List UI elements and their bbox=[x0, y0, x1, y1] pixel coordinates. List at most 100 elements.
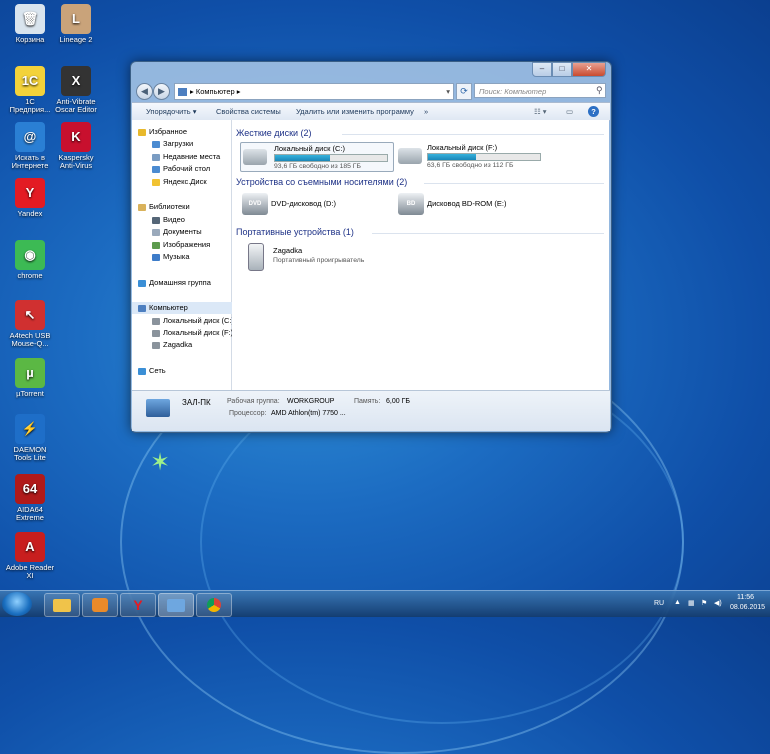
nav-item[interactable]: Домашняя группа bbox=[132, 277, 237, 289]
more-commands-button[interactable]: » bbox=[424, 103, 428, 120]
group-removable[interactable]: Устройства со съемными носителями (2) bbox=[236, 177, 407, 187]
desktop-icon[interactable]: µ µTorrent bbox=[4, 358, 56, 398]
volume-tray-icon[interactable]: ◀) bbox=[714, 599, 722, 607]
nav-item[interactable]: Библиотеки bbox=[132, 201, 237, 213]
disk-icon bbox=[152, 329, 160, 337]
desktop-icon[interactable]: 64 AIDA64 Extreme bbox=[4, 474, 56, 522]
desktop-icon-label: Yandex bbox=[17, 209, 43, 218]
flag-tray-icon[interactable]: ⚑ bbox=[701, 599, 707, 607]
preview-pane-icon[interactable]: ▭ bbox=[566, 103, 573, 120]
refresh-button[interactable]: ⟳ bbox=[456, 83, 472, 100]
system-properties-button[interactable]: Свойства системы bbox=[216, 103, 281, 120]
yandex-icon: Y bbox=[133, 597, 143, 613]
nav-item-label: Избранное bbox=[149, 127, 188, 136]
clock-time[interactable]: 11:56 bbox=[737, 594, 754, 601]
drive-c[interactable]: Локальный диск (C:) 93,6 ГБ свободно из … bbox=[240, 142, 394, 172]
minimize-button[interactable]: – bbox=[532, 62, 552, 77]
start-button[interactable] bbox=[2, 592, 32, 616]
search-web-icon: @ bbox=[15, 122, 45, 152]
documents-icon bbox=[152, 228, 160, 236]
portable-device[interactable]: Zagadka Портативный проигрыватель bbox=[240, 241, 400, 271]
yandex-icon: Y bbox=[15, 178, 45, 208]
address-chevron-icon[interactable]: ▸ bbox=[235, 87, 241, 96]
desktop-icon[interactable]: Y Yandex bbox=[4, 178, 56, 218]
nav-item[interactable]: Сеть bbox=[132, 365, 237, 377]
portable-device-type: Портативный проигрыватель bbox=[273, 257, 365, 264]
explorer-window[interactable]: – □ ✕ ◀ ▶ ▸ Компьютер ▸ ▾ ⟳ Поиск: Компь… bbox=[130, 61, 612, 433]
nav-item-label: Локальный диск (F:) bbox=[163, 328, 234, 337]
drive-f[interactable]: Локальный диск (F:) 63,6 ГБ свободно из … bbox=[394, 142, 546, 170]
desktop-icon[interactable]: ↖ A4tech USB Mouse-Q... bbox=[4, 300, 56, 348]
language-indicator[interactable]: RU bbox=[654, 600, 664, 607]
computer-icon bbox=[138, 304, 146, 312]
dvd-drive[interactable]: DVD DVD-дисковод (D:) bbox=[240, 190, 390, 218]
cpu-value: AMD Athlon(tm) 7750 ... bbox=[271, 410, 346, 417]
group-divider bbox=[424, 183, 604, 184]
pictures-icon bbox=[152, 241, 160, 249]
taskbar-explorer-window-button[interactable] bbox=[158, 593, 194, 617]
daemon-tools-icon: ⚡ bbox=[15, 414, 45, 444]
view-options-icon[interactable]: ☷ ▾ bbox=[534, 103, 547, 120]
desktop-icon[interactable]: 1С 1С Предприя... bbox=[4, 66, 56, 114]
network-tray-icon[interactable]: ▦ bbox=[688, 599, 695, 607]
search-input[interactable]: Поиск: Компьютер bbox=[474, 83, 606, 98]
utorrent-icon: µ bbox=[15, 358, 45, 388]
computer-icon bbox=[167, 598, 185, 612]
taskbar-chrome-button[interactable] bbox=[196, 593, 232, 617]
desktop-icon[interactable]: ◉ chrome bbox=[4, 240, 56, 280]
tray-arrow-icon[interactable]: ▲ bbox=[674, 599, 681, 606]
group-portable[interactable]: Портативные устройства (1) bbox=[236, 227, 354, 237]
kaspersky-icon: K bbox=[61, 122, 91, 152]
desktop-icon[interactable]: @ Искать в Интернете bbox=[4, 122, 56, 170]
aida64-icon: 64 bbox=[15, 474, 45, 504]
desktop-icon-label: Корзина bbox=[15, 35, 45, 44]
forward-button[interactable]: ▶ bbox=[153, 83, 170, 100]
cpu-label: Процессор: bbox=[229, 410, 267, 417]
clock-date[interactable]: 08.06.2015 bbox=[730, 604, 765, 611]
desktop-icon[interactable]: X Anti-Vibrate Oscar Editor bbox=[50, 66, 102, 114]
desktop-icon-label: Lineage 2 bbox=[59, 35, 93, 44]
desktop-icon-label: Anti-Vibrate Oscar Editor bbox=[55, 97, 97, 114]
nav-item[interactable]: Компьютер bbox=[132, 302, 237, 314]
uninstall-program-button[interactable]: Удалить или изменить программу bbox=[296, 103, 414, 120]
help-icon[interactable]: ? bbox=[588, 106, 599, 117]
taskbar-yandex-button[interactable]: Y bbox=[120, 593, 156, 617]
taskbar-media-player-button[interactable] bbox=[82, 593, 118, 617]
yandex-disk-icon bbox=[152, 178, 160, 186]
group-divider bbox=[372, 233, 604, 234]
computer-icon bbox=[178, 88, 187, 97]
drive-f-name: Локальный диск (F:) bbox=[427, 143, 498, 152]
group-hard-disks[interactable]: Жесткие диски (2) bbox=[236, 128, 312, 138]
desktop-icon[interactable]: 🗑 Корзина bbox=[4, 4, 56, 44]
back-button[interactable]: ◀ bbox=[136, 83, 153, 100]
nav-item-label: Изображения bbox=[163, 240, 211, 249]
drive-c-free: 93,6 ГБ свободно из 185 ГБ bbox=[274, 163, 361, 170]
search-icon: ⚲ bbox=[596, 85, 603, 95]
close-button[interactable]: ✕ bbox=[572, 62, 606, 77]
maximize-button[interactable]: □ bbox=[552, 62, 572, 77]
taskbar-explorer-button[interactable] bbox=[44, 593, 80, 617]
navigation-pane[interactable]: Избранное Загрузки Недавние места Рабочий с… bbox=[132, 120, 237, 390]
nav-item-label: Сеть bbox=[149, 366, 166, 375]
chrome-icon bbox=[207, 598, 221, 612]
video-icon bbox=[152, 216, 160, 224]
desktop-icon[interactable]: A Adobe Reader XI bbox=[4, 532, 56, 580]
desktop-icon-label: A4tech USB Mouse-Q... bbox=[9, 331, 51, 348]
workgroup-label: Рабочая группа: bbox=[227, 398, 280, 405]
desktop-icon-label: AIDA64 Extreme bbox=[16, 505, 44, 522]
nav-item[interactable]: Избранное bbox=[132, 126, 237, 138]
desktop-icon[interactable]: L Lineage 2 bbox=[50, 4, 102, 44]
desktop-icon[interactable]: K Kaspersky Anti-Virus bbox=[50, 122, 102, 170]
nav-item-label: Видео bbox=[163, 215, 185, 224]
recycle-bin-icon: 🗑 bbox=[15, 4, 45, 34]
computer-large-icon bbox=[146, 399, 170, 417]
desktop-icon[interactable]: ⚡ DAEMON Tools Lite bbox=[4, 414, 56, 462]
address-dropdown-icon[interactable]: ▾ bbox=[446, 84, 450, 99]
nav-item-label: Документы bbox=[163, 227, 202, 236]
bd-drive[interactable]: BD Дисковод BD-ROM (E:) bbox=[394, 190, 544, 218]
dvd-drive-icon: DVD bbox=[242, 193, 268, 215]
address-bar[interactable]: ▸ Компьютер ▸ ▾ bbox=[174, 83, 454, 100]
media-player-icon bbox=[92, 598, 108, 612]
organize-button[interactable]: Упорядочить ▾ bbox=[146, 103, 196, 120]
nav-item-label: Компьютер bbox=[149, 303, 188, 312]
